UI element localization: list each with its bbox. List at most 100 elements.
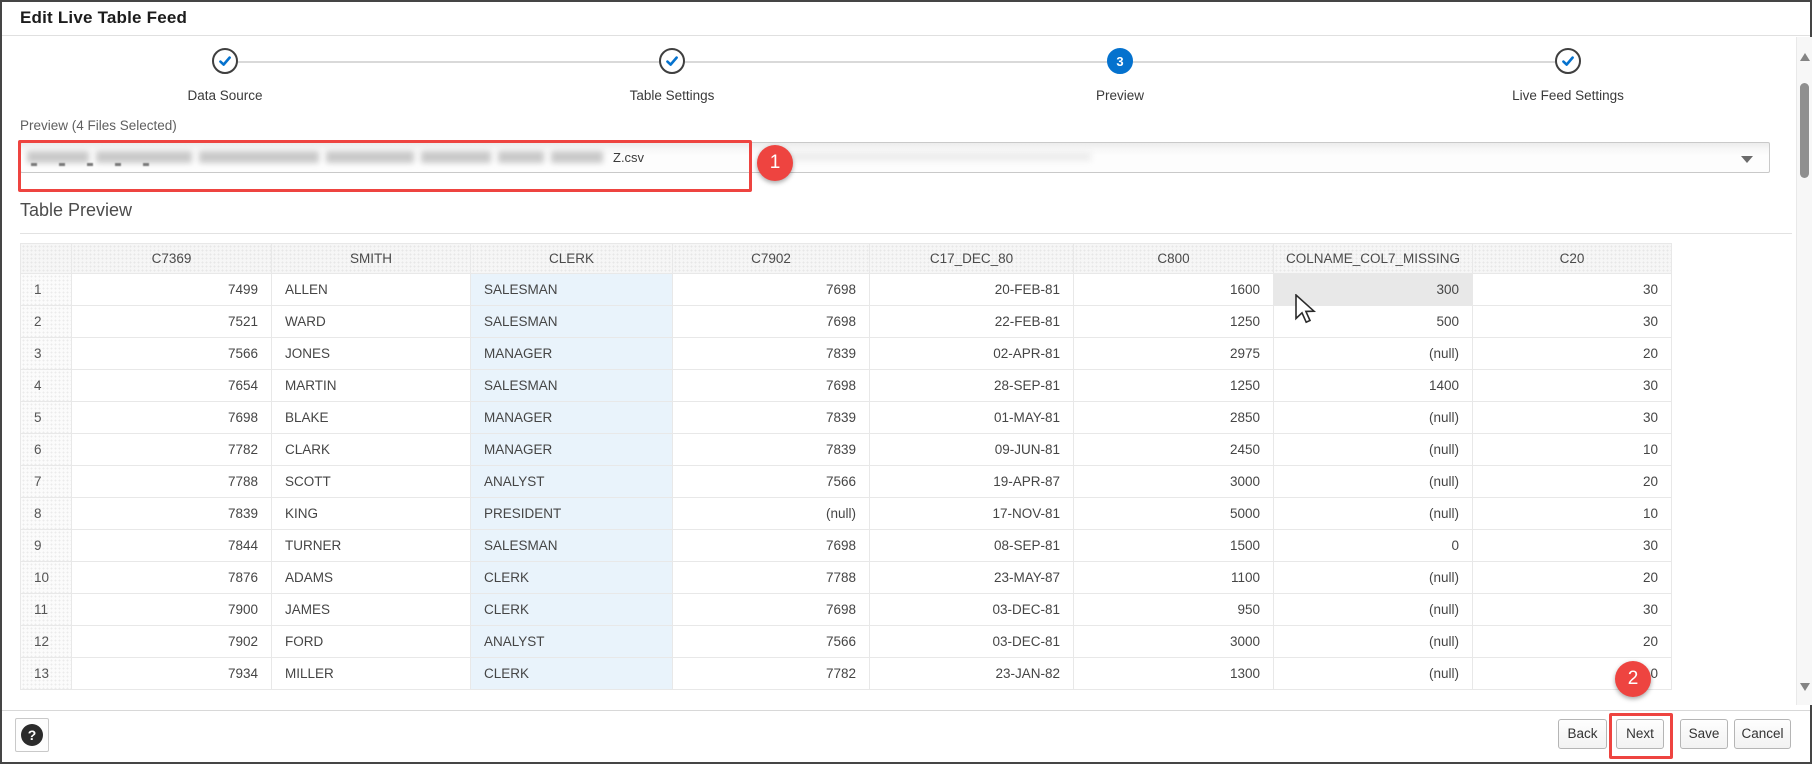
table-cell[interactable]: KING (271, 497, 471, 530)
table-cell[interactable]: 2975 (1073, 337, 1274, 370)
table-cell[interactable]: 1600 (1073, 273, 1274, 306)
table-cell[interactable]: (null) (1273, 657, 1473, 690)
table-cell[interactable]: 03-DEC-81 (869, 625, 1074, 658)
table-cell[interactable]: 7698 (672, 369, 870, 402)
table-cell[interactable]: FORD (271, 625, 471, 658)
table-cell[interactable]: 20 (1472, 465, 1672, 498)
table-cell[interactable]: (null) (1273, 497, 1473, 530)
table-cell[interactable]: PRESIDENT (470, 497, 673, 530)
table-cell[interactable]: 7654 (71, 369, 272, 402)
table-cell[interactable]: 7698 (672, 305, 870, 338)
table-cell[interactable]: CLERK (470, 593, 673, 626)
table-cell[interactable]: 7698 (672, 529, 870, 562)
table-cell[interactable]: BLAKE (271, 401, 471, 434)
table-cell[interactable]: 7844 (71, 529, 272, 562)
table-cell[interactable]: ADAMS (271, 561, 471, 594)
table-cell[interactable]: 7876 (71, 561, 272, 594)
table-cell[interactable]: 01-MAY-81 (869, 401, 1074, 434)
table-cell[interactable]: 20-FEB-81 (869, 273, 1074, 306)
table-cell[interactable]: SALESMAN (470, 305, 673, 338)
step-complete-check-icon[interactable] (1555, 48, 1581, 74)
column-header-C800[interactable]: C800 (1073, 243, 1274, 274)
table-cell[interactable]: CLERK (470, 561, 673, 594)
table-cell[interactable]: (null) (672, 497, 870, 530)
back-button[interactable]: Back (1558, 719, 1607, 749)
column-header-C7369[interactable]: C7369 (71, 243, 272, 274)
table-cell[interactable]: WARD (271, 305, 471, 338)
table-cell[interactable]: 1250 (1073, 369, 1274, 402)
table-cell[interactable]: 950 (1073, 593, 1274, 626)
table-cell[interactable]: 23-MAY-87 (869, 561, 1074, 594)
table-cell[interactable]: 7521 (71, 305, 272, 338)
step-complete-check-icon[interactable] (212, 48, 238, 74)
table-cell[interactable]: 5000 (1073, 497, 1274, 530)
table-cell[interactable]: 7934 (71, 657, 272, 690)
step-live-feed-settings[interactable]: Live Feed Settings (1458, 35, 1678, 103)
table-cell[interactable]: ANALYST (470, 625, 673, 658)
table-cell[interactable]: (null) (1273, 561, 1473, 594)
table-cell[interactable]: (null) (1273, 465, 1473, 498)
table-cell[interactable]: SCOTT (271, 465, 471, 498)
scrollbar-thumb[interactable] (1800, 83, 1809, 178)
table-cell[interactable]: SALESMAN (470, 369, 673, 402)
column-header-C20[interactable]: C20 (1472, 243, 1672, 274)
table-cell[interactable]: 7782 (672, 657, 870, 690)
table-cell[interactable]: 1250 (1073, 305, 1274, 338)
table-cell[interactable]: (null) (1273, 625, 1473, 658)
table-cell[interactable]: 20 (1472, 561, 1672, 594)
table-cell[interactable]: 30 (1472, 529, 1672, 562)
table-cell[interactable]: MARTIN (271, 369, 471, 402)
table-cell[interactable]: 7839 (672, 337, 870, 370)
table-cell[interactable]: CLARK (271, 433, 471, 466)
table-cell[interactable]: ALLEN (271, 273, 471, 306)
table-cell[interactable]: 30 (1472, 305, 1672, 338)
table-cell[interactable]: 7566 (672, 625, 870, 658)
table-cell[interactable]: (null) (1273, 593, 1473, 626)
step-complete-check-icon[interactable] (659, 48, 685, 74)
table-cell[interactable]: 08-SEP-81 (869, 529, 1074, 562)
table-cell[interactable]: 7566 (672, 465, 870, 498)
table-cell[interactable]: CLERK (470, 657, 673, 690)
dropdown-arrow-icon[interactable] (1741, 156, 1753, 163)
column-header-COLNAME_COL7_MISSING[interactable]: COLNAME_COL7_MISSING (1273, 243, 1473, 274)
table-cell[interactable]: 7788 (71, 465, 272, 498)
table-cell[interactable]: 2450 (1073, 433, 1274, 466)
column-header-C7902[interactable]: C7902 (672, 243, 870, 274)
table-cell[interactable]: 7566 (71, 337, 272, 370)
table-cell[interactable]: 7788 (672, 561, 870, 594)
table-cell[interactable]: MANAGER (470, 401, 673, 434)
table-cell[interactable]: 20 (1472, 625, 1672, 658)
table-cell[interactable]: 1100 (1073, 561, 1274, 594)
table-cell[interactable]: 7839 (672, 433, 870, 466)
vertical-scrollbar[interactable] (1796, 37, 1812, 705)
table-cell[interactable]: (null) (1273, 433, 1473, 466)
table-cell[interactable]: (null) (1273, 401, 1473, 434)
table-cell[interactable]: 500 (1273, 305, 1473, 338)
step-table-settings[interactable]: Table Settings (562, 35, 782, 103)
table-cell[interactable]: 02-APR-81 (869, 337, 1074, 370)
table-cell[interactable]: JONES (271, 337, 471, 370)
table-cell[interactable]: 7902 (71, 625, 272, 658)
table-cell[interactable]: 23-JAN-82 (869, 657, 1074, 690)
cancel-button[interactable]: Cancel (1734, 719, 1791, 749)
table-cell[interactable]: 1500 (1073, 529, 1274, 562)
step-data-source[interactable]: Data Source (115, 35, 335, 103)
table-cell[interactable]: 7900 (71, 593, 272, 626)
table-cell[interactable]: 3000 (1073, 465, 1274, 498)
table-cell[interactable]: 17-NOV-81 (869, 497, 1074, 530)
table-cell[interactable]: 28-SEP-81 (869, 369, 1074, 402)
column-header-CLERK[interactable]: CLERK (470, 243, 673, 274)
table-cell[interactable]: 10 (1472, 433, 1672, 466)
table-cell[interactable]: 7698 (71, 401, 272, 434)
next-button[interactable]: Next (1616, 719, 1664, 749)
table-cell[interactable]: (null) (1273, 337, 1473, 370)
table-cell[interactable]: TURNER (271, 529, 471, 562)
table-cell[interactable]: ANALYST (470, 465, 673, 498)
table-cell[interactable]: 300 (1273, 273, 1473, 306)
table-cell[interactable]: MANAGER (470, 433, 673, 466)
table-cell[interactable]: 20 (1472, 337, 1672, 370)
step-number-badge[interactable]: 3 (1107, 48, 1133, 74)
table-cell[interactable]: 7698 (672, 273, 870, 306)
table-cell[interactable]: 1400 (1273, 369, 1473, 402)
column-header-SMITH[interactable]: SMITH (271, 243, 471, 274)
